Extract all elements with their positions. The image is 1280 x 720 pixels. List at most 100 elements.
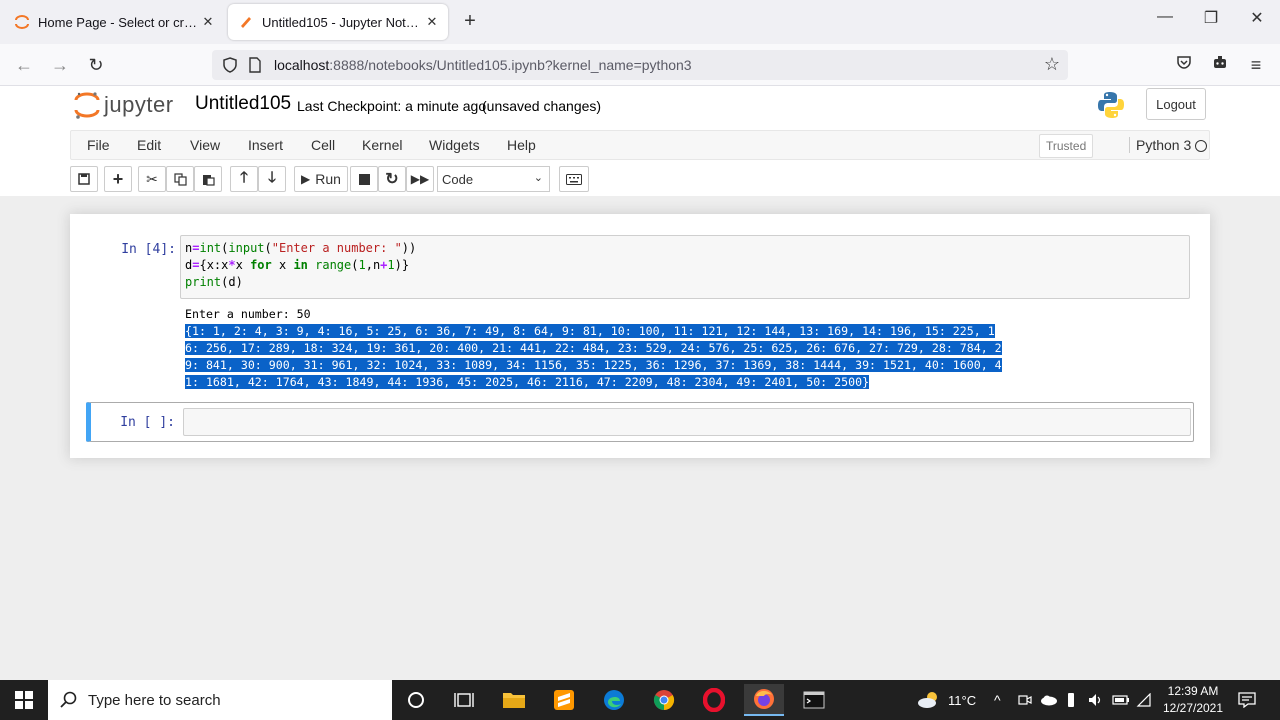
restore-icon[interactable]: ❐ <box>1191 8 1231 28</box>
temperature: 11°C <box>948 692 977 708</box>
save-button[interactable] <box>70 166 98 192</box>
task-view-icon[interactable] <box>444 684 484 716</box>
onedrive-icon[interactable] <box>1040 680 1058 720</box>
menu-insert[interactable]: Insert <box>248 137 283 153</box>
insert-cell-button[interactable]: + <box>104 166 132 192</box>
menu-file[interactable]: File <box>87 137 110 153</box>
tab-title: Untitled105 - Jupyter Notebook <box>262 14 424 30</box>
bookmark-star-icon[interactable]: ☆ <box>1044 54 1060 75</box>
restart-run-all-button[interactable]: ▶▶ <box>406 166 434 192</box>
browser-tab-home[interactable]: Home Page - Select or create a notebook … <box>4 4 224 40</box>
interrupt-button[interactable] <box>350 166 378 192</box>
start-button[interactable] <box>0 680 48 720</box>
pocket-icon[interactable] <box>1172 54 1196 76</box>
tab-close-icon[interactable]: ✕ <box>200 14 216 30</box>
output-line: Enter a number: 50 <box>185 307 311 321</box>
code-cell-input[interactable]: n=int(input("Enter a number: ")) d={x:x*… <box>180 235 1190 299</box>
minimize-icon[interactable]: — <box>1145 8 1185 26</box>
jupyter-header: jupyter Untitled105 Last Checkpoint: a m… <box>0 86 1280 130</box>
keyboard-icon <box>566 173 582 185</box>
output-line: {1: 1, 2: 4, 3: 9, 4: 16, 5: 25, 6: 36, … <box>185 323 1185 340</box>
selected-text: 1: 1681, 42: 1764, 43: 1849, 44: 1936, 4… <box>185 375 870 389</box>
taskbar-search[interactable]: Type here to search <box>48 680 392 720</box>
copy-icon <box>173 172 187 186</box>
notebook-container: In [4]: n=int(input("Enter a number: "))… <box>70 214 1210 458</box>
chevron-up-icon: ^ <box>994 692 1001 708</box>
opera-icon[interactable] <box>694 684 734 716</box>
restart-icon: ↻ <box>385 171 399 188</box>
code-line-3: print(d) <box>185 275 243 289</box>
logout-button[interactable]: Logout <box>1146 88 1206 120</box>
play-icon: ▶ <box>301 172 311 186</box>
stop-icon <box>358 173 370 185</box>
scissors-icon: ✂ <box>146 170 158 187</box>
cell-type-value: Code <box>442 171 474 187</box>
browser-tab-notebook[interactable]: Untitled105 - Jupyter Notebook ✕ <box>228 4 448 40</box>
volume-icon[interactable] <box>1088 680 1104 720</box>
move-up-button[interactable]: 🡑 <box>230 166 258 192</box>
code-line-2: d={x:x*x for x in range(1,n+1)} <box>185 258 410 272</box>
wifi-icon[interactable] <box>1136 680 1152 720</box>
code-cell-selected[interactable]: In [ ]: <box>86 402 1194 442</box>
usb-drive-icon[interactable] <box>1066 680 1076 720</box>
menu-edit[interactable]: Edit <box>137 137 161 153</box>
toolbar: + ✂ 🡑 🡓 ▶ Run ↻ ▶▶ Code ⌄ <box>70 164 1210 194</box>
battery-icon[interactable] <box>1112 680 1130 720</box>
system-clock[interactable]: 12:39 AM 12/27/2021 <box>1156 683 1230 717</box>
notebook-name[interactable]: Untitled105 <box>195 93 291 115</box>
page-info-icon[interactable] <box>248 57 262 73</box>
cell-prompt: In [4]: <box>121 242 176 257</box>
firefox-icon[interactable] <box>744 684 784 716</box>
selected-text: 6: 256, 17: 289, 18: 324, 19: 361, 20: 4… <box>185 341 1002 355</box>
show-hidden-icons[interactable]: ^ <box>994 680 1001 720</box>
menu-help[interactable]: Help <box>507 137 536 153</box>
file-explorer-icon[interactable] <box>494 684 534 716</box>
output-line: 1: 1681, 42: 1764, 43: 1849, 44: 1936, 4… <box>185 374 1185 391</box>
jupyter-logo-icon <box>74 92 100 119</box>
taskbar: Type here to search 11°C ^ 12:39 AM 12/2… <box>0 680 1280 720</box>
move-down-button[interactable]: 🡓 <box>258 166 286 192</box>
paste-button[interactable] <box>194 166 222 192</box>
edge-icon[interactable] <box>594 684 634 716</box>
arrow-down-icon: 🡓 <box>268 168 276 186</box>
shield-icon[interactable] <box>222 57 238 73</box>
cell-prompt: In [ ]: <box>120 415 175 430</box>
window-close-icon[interactable]: ✕ <box>1237 8 1277 28</box>
new-tab-icon[interactable]: + <box>458 10 482 33</box>
cell-type-select[interactable]: Code ⌄ <box>437 166 550 192</box>
extension-icon[interactable] <box>1208 54 1232 76</box>
weather-widget[interactable]: 11°C <box>916 680 976 720</box>
command-palette-button[interactable] <box>559 166 589 192</box>
run-button[interactable]: ▶ Run <box>294 166 348 192</box>
meet-now-icon[interactable] <box>1018 680 1032 720</box>
cut-button[interactable]: ✂ <box>138 166 166 192</box>
code-cell-input-empty[interactable] <box>183 408 1191 436</box>
cell-output: Enter a number: 50 {1: 1, 2: 4, 3: 9, 4:… <box>185 306 1185 391</box>
reload-icon[interactable]: ↻ <box>84 54 108 76</box>
trusted-indicator[interactable]: Trusted <box>1039 134 1094 158</box>
cortana-icon[interactable] <box>396 684 436 716</box>
menu-cell[interactable]: Cell <box>311 137 335 153</box>
notebook-favicon-icon <box>241 17 251 28</box>
paste-icon <box>202 174 215 186</box>
copy-button[interactable] <box>166 166 194 192</box>
menu-kernel[interactable]: Kernel <box>362 137 402 153</box>
jupyter-logo[interactable]: jupyter <box>74 90 174 120</box>
sublime-text-icon[interactable] <box>544 684 584 716</box>
forward-arrow-icon[interactable]: → <box>48 54 72 76</box>
menu-view[interactable]: View <box>190 137 220 153</box>
tab-close-icon[interactable]: ✕ <box>424 14 440 30</box>
url-bar[interactable]: localhost:8888/notebooks/Untitled105.ipy… <box>212 50 1068 80</box>
chevron-down-icon: ⌄ <box>533 172 543 184</box>
terminal-icon[interactable] <box>794 684 834 716</box>
fast-forward-icon: ▶▶ <box>410 172 430 186</box>
menu-widgets[interactable]: Widgets <box>429 137 480 153</box>
hamburger-menu-icon[interactable]: ≡ <box>1244 54 1268 76</box>
menubar: File Edit View Insert Cell Kernel Widget… <box>70 130 1210 160</box>
chrome-icon[interactable] <box>644 684 684 716</box>
jupyter-logo-text: jupyter <box>104 92 174 117</box>
autosave-status: (unsaved changes) <box>482 98 602 114</box>
restart-button[interactable]: ↻ <box>378 166 406 192</box>
back-arrow-icon[interactable]: ← <box>12 54 36 76</box>
notifications-icon[interactable] <box>1238 680 1256 720</box>
